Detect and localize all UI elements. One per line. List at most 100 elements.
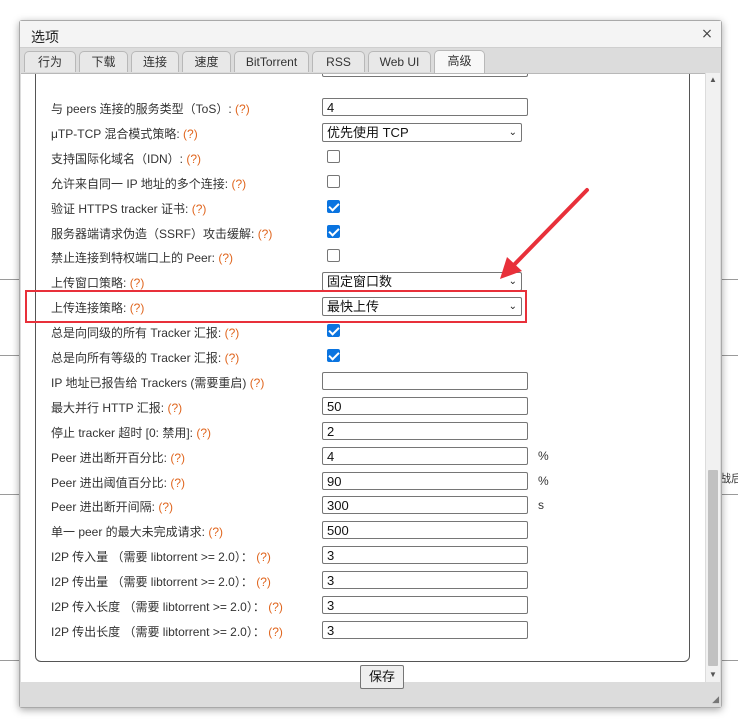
setting-row: 验证 HTTPS tracker 证书: (?) (36, 198, 686, 220)
setting-label-text: Peer 进出断开间隔: (51, 500, 156, 514)
setting-label-text: IP 地址已报告给 Trackers (需要重启) (51, 376, 247, 390)
setting-checkbox[interactable] (327, 200, 340, 213)
tab-2[interactable]: 连接 (131, 51, 179, 72)
setting-label: I2P 传入量 （需要 libtorrent >= 2.0）： (?) (51, 548, 271, 565)
setting-label: 服务器端请求伪造（SSRF）攻击缓解: (?) (51, 225, 272, 242)
help-link[interactable]: (?) (218, 251, 233, 265)
setting-label-text: 验证 HTTPS tracker 证书: (51, 202, 189, 216)
help-link[interactable]: (?) (158, 500, 173, 514)
setting-checkbox[interactable] (327, 349, 340, 362)
setting-label: 与 peers 连接的服务类型（ToS）: (?) (51, 100, 250, 117)
setting-label: 单一 peer 的最大未完成请求: (?) (51, 523, 223, 540)
setting-select[interactable]: 固定窗口数 ⌄ (322, 272, 522, 291)
scrollbar[interactable]: ▲ ▼ (706, 73, 720, 682)
setting-label: 最大并行 HTTP 汇报: (?) (51, 399, 182, 416)
help-link[interactable]: (?) (268, 600, 283, 614)
setting-row: μTP-TCP 混合模式策略: (?) 优先使用 TCP ⌄ (36, 123, 686, 145)
setting-input[interactable]: 90 (322, 472, 528, 490)
help-link[interactable]: (?) (225, 326, 240, 340)
tab-5[interactable]: RSS (312, 51, 365, 72)
setting-row: 服务器端请求伪造（SSRF）攻击缓解: (?) (36, 223, 686, 245)
advanced-settings-panel[interactable]: 与 peers 连接的服务类型（ToS）: (?) 4 μTP-TCP 混合模式策略… (21, 73, 705, 683)
setting-input[interactable]: 2 (322, 422, 528, 440)
help-link[interactable]: (?) (170, 476, 185, 490)
help-link[interactable]: (?) (250, 376, 265, 390)
unit-label: s (538, 498, 544, 512)
help-link[interactable]: (?) (268, 625, 283, 639)
select-value: 固定窗口数 (327, 274, 393, 289)
setting-checkbox[interactable] (327, 249, 340, 262)
setting-row: I2P 传出量 （需要 libtorrent >= 2.0）： (?) 3 (36, 571, 686, 593)
setting-row: 单一 peer 的最大未完成请求: (?) 500 (36, 521, 686, 543)
help-link[interactable]: (?) (170, 451, 185, 465)
setting-label-text: 支持国际化域名（IDN）: (51, 152, 184, 166)
setting-select[interactable]: 优先使用 TCP ⌄ (322, 123, 522, 142)
tab-bar: 行为 下载 连接 速度 BitTorrent RSS Web UI 高级 (24, 50, 485, 73)
setting-input[interactable]: 3 (322, 596, 528, 614)
setting-row: 允许来自同一 IP 地址的多个连接: (?) (36, 173, 686, 195)
save-button[interactable]: 保存 (360, 665, 404, 689)
setting-input[interactable]: 3 (322, 571, 528, 589)
setting-input[interactable] (322, 372, 528, 390)
setting-row: Peer 进出断开间隔: (?) 300 s (36, 496, 686, 518)
select-value: 优先使用 TCP (327, 125, 409, 140)
help-link[interactable]: (?) (196, 426, 211, 440)
setting-checkbox[interactable] (327, 150, 340, 163)
setting-checkbox[interactable] (327, 324, 340, 337)
setting-label: 停止 tracker 超时 [0: 禁用]: (?) (51, 424, 211, 441)
setting-label-text: 禁止连接到特权端口上的 Peer: (51, 251, 216, 265)
scroll-up-icon[interactable]: ▲ (706, 73, 720, 87)
help-link[interactable]: (?) (167, 401, 182, 415)
setting-checkbox[interactable] (327, 225, 340, 238)
tab-3[interactable]: 速度 (182, 51, 231, 72)
setting-input[interactable]: 4 (322, 98, 528, 116)
setting-row: I2P 传入长度 （需要 libtorrent >= 2.0）： (?) 3 (36, 596, 686, 618)
setting-input[interactable]: 4 (322, 447, 528, 465)
resize-grip-icon[interactable]: ◢ (712, 694, 719, 705)
help-link[interactable]: (?) (186, 152, 201, 166)
setting-input[interactable]: 3 (322, 546, 528, 564)
setting-label-text: Peer 进出断开百分比: (51, 451, 168, 465)
setting-label: 总是向同级的所有 Tracker 汇报: (?) (51, 324, 239, 341)
setting-label-text: 单一 peer 的最大未完成请求: (51, 525, 206, 539)
setting-label-text: 停止 tracker 超时 [0: 禁用]: (51, 426, 194, 440)
help-link[interactable]: (?) (231, 177, 246, 191)
setting-label: Peer 进出断开百分比: (?) (51, 449, 185, 466)
setting-label: 支持国际化域名（IDN）: (?) (51, 150, 201, 167)
tab-7[interactable]: 高级 (434, 50, 485, 73)
help-link[interactable]: (?) (258, 227, 273, 241)
tab-0[interactable]: 行为 (24, 51, 76, 72)
setting-input[interactable]: 3 (322, 621, 528, 639)
tab-4[interactable]: BitTorrent (234, 51, 309, 72)
scroll-down-icon[interactable]: ▼ (706, 668, 720, 682)
help-link[interactable]: (?) (235, 102, 250, 116)
setting-checkbox[interactable] (327, 175, 340, 188)
setting-label: IP 地址已报告给 Trackers (需要重启) (?) (51, 374, 264, 391)
dialog-title: 选项 (31, 29, 59, 45)
help-link[interactable]: (?) (225, 351, 240, 365)
unit-label: % (538, 474, 549, 488)
close-icon[interactable]: × (699, 26, 715, 42)
help-link[interactable]: (?) (130, 276, 145, 290)
setting-label: I2P 传出量 （需要 libtorrent >= 2.0）： (?) (51, 573, 271, 590)
help-link[interactable]: (?) (192, 202, 207, 216)
tab-1[interactable]: 下载 (79, 51, 128, 72)
setting-label: 总是向所有等级的 Tracker 汇报: (?) (51, 349, 239, 366)
help-link[interactable]: (?) (256, 550, 271, 564)
setting-label-text: 总是向所有等级的 Tracker 汇报: (51, 351, 222, 365)
setting-input[interactable]: 500 (322, 521, 528, 539)
setting-row: I2P 传出长度 （需要 libtorrent >= 2.0）： (?) 3 (36, 621, 686, 643)
help-link[interactable]: (?) (256, 575, 271, 589)
help-link[interactable]: (?) (183, 127, 198, 141)
setting-row: 最大并行 HTTP 汇报: (?) 50 (36, 397, 686, 419)
setting-label: 禁止连接到特权端口上的 Peer: (?) (51, 249, 233, 266)
setting-label-text: 最大并行 HTTP 汇报: (51, 401, 165, 415)
setting-input[interactable]: 300 (322, 496, 528, 514)
scrollbar-thumb[interactable] (708, 470, 718, 666)
help-link[interactable]: (?) (208, 525, 223, 539)
partially-hidden-input[interactable] (322, 74, 528, 77)
tab-6[interactable]: Web UI (368, 51, 431, 72)
background-text: 战后多 (720, 473, 738, 485)
setting-input[interactable]: 50 (322, 397, 528, 415)
dialog-titlebar[interactable]: 选项 × (20, 21, 721, 48)
